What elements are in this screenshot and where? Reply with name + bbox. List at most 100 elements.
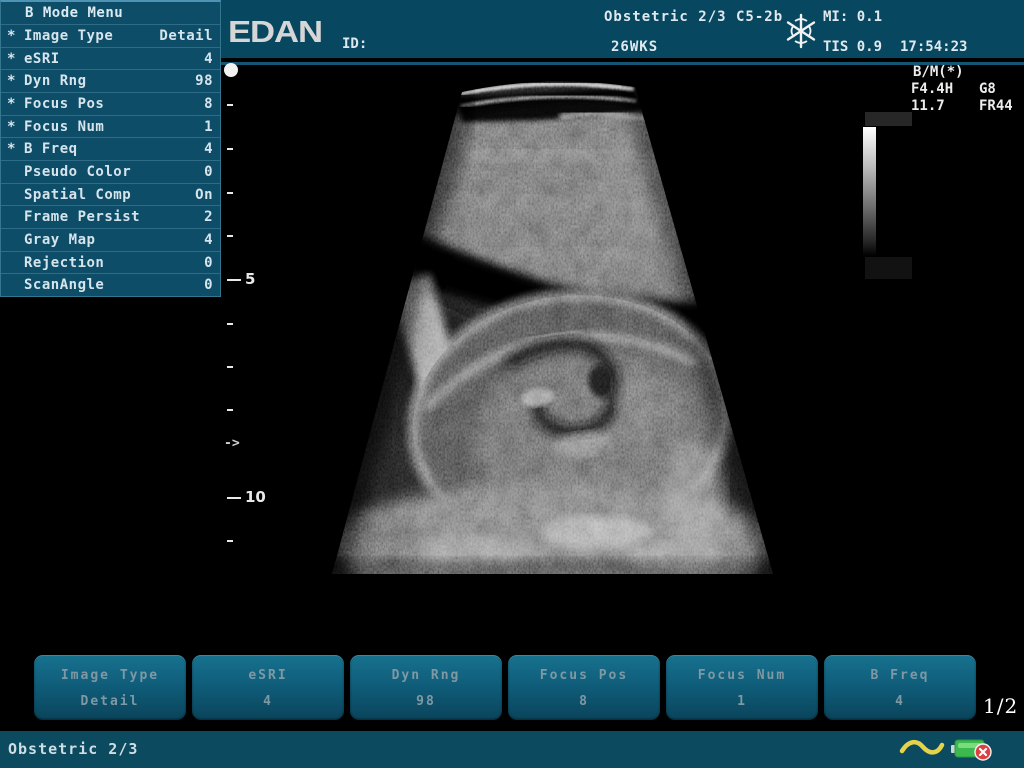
tis-index: TIS 0.9	[823, 39, 882, 55]
menu-item-value: 1	[204, 119, 220, 135]
softkey-value: 98	[416, 694, 436, 709]
mi-value: 0.1	[857, 9, 882, 25]
menu-item-rejection[interactable]: Rejection 0	[1, 251, 220, 274]
battery-error-icon	[950, 737, 994, 761]
depth-value: 11.7	[911, 98, 945, 115]
ruler-tick-major	[227, 497, 241, 499]
mi-index: MI: 0.1	[823, 9, 882, 25]
ruler-label-10: 10	[245, 488, 266, 506]
menu-item-b-freq[interactable]: * B Freq 4	[1, 137, 220, 160]
menu-item-label: Frame Persist	[23, 209, 140, 225]
b-mode-menu-panel: B Mode Menu * Image Type Detail * eSRI 4…	[0, 0, 221, 297]
softkey-esri[interactable]: eSRI 4	[192, 655, 344, 720]
star-marker: *	[1, 141, 23, 157]
gray-map-block-bottom	[865, 257, 912, 279]
frame-rate: FR44	[979, 98, 1013, 115]
status-exam-preset: Obstetric 2/3	[8, 740, 138, 758]
softkey-image-type[interactable]: Image Type Detail	[34, 655, 186, 720]
menu-item-value: 0	[204, 255, 220, 271]
softkey-focus-num[interactable]: Focus Num 1	[666, 655, 818, 720]
menu-item-label: Rejection	[23, 255, 104, 271]
softkey-row: Image Type Detail eSRI 4 Dyn Rng 98 Focu…	[34, 655, 976, 720]
star-marker: *	[1, 28, 23, 44]
menu-item-label: Image Type	[23, 28, 113, 44]
menu-item-value: 4	[204, 232, 220, 248]
softkey-value: 8	[579, 694, 589, 709]
ruler-label-5: 5	[245, 270, 255, 288]
patient-id-label[interactable]: ID:	[342, 36, 367, 52]
menu-item-label: Gray Map	[23, 232, 95, 248]
menu-item-label: Dyn Rng	[23, 73, 87, 89]
softkey-label: B Freq	[871, 668, 930, 683]
softkey-label: eSRI	[248, 668, 287, 683]
ruler-tick-major	[227, 279, 241, 281]
ac-power-wave-icon	[898, 738, 946, 758]
menu-item-scan-angle[interactable]: ScanAngle 0	[1, 273, 220, 296]
menu-item-value: 0	[204, 164, 220, 180]
softkey-label: Focus Pos	[540, 668, 628, 683]
menu-item-label: B Freq	[23, 141, 78, 157]
softkey-value: 4	[263, 694, 273, 709]
edan-ultrasound-ui: { "header": { "logo": "EDAN", "id_label"…	[0, 0, 1024, 768]
menu-item-image-type[interactable]: * Image Type Detail	[1, 24, 220, 47]
star-marker: *	[1, 119, 23, 135]
status-bar	[0, 731, 1024, 768]
ruler-tick	[227, 192, 233, 194]
ruler-tick	[227, 235, 233, 237]
menu-item-value: Detail	[159, 28, 220, 44]
menu-item-focus-pos[interactable]: * Focus Pos 8	[1, 92, 220, 115]
star-marker: *	[1, 96, 23, 112]
menu-item-dyn-rng[interactable]: * Dyn Rng 98	[1, 69, 220, 92]
grayscale-bar	[863, 127, 876, 256]
softkey-focus-pos[interactable]: Focus Pos 8	[508, 655, 660, 720]
softkey-value: 4	[895, 694, 905, 709]
gain-value: G8	[979, 81, 996, 98]
menu-item-label: Focus Num	[23, 119, 104, 135]
menu-item-esri[interactable]: * eSRI 4	[1, 47, 220, 70]
menu-item-gray-map[interactable]: Gray Map 4	[1, 228, 220, 251]
menu-title: B Mode Menu	[1, 2, 220, 24]
menu-item-label: ScanAngle	[23, 277, 104, 293]
softkey-label: Focus Num	[698, 668, 786, 683]
ruler-tick	[227, 409, 233, 411]
menu-item-pseudo-color[interactable]: Pseudo Color 0	[1, 160, 220, 183]
menu-item-value: 2	[204, 209, 220, 225]
focus-position-marker: ->	[224, 436, 240, 451]
menu-item-value: 8	[204, 96, 220, 112]
menu-item-label: Focus Pos	[23, 96, 104, 112]
mi-label: MI:	[823, 9, 848, 25]
ruler-tick	[227, 104, 233, 106]
menu-item-value: 0	[204, 277, 220, 293]
softkey-label: Image Type	[61, 668, 159, 683]
exam-preset-probe: Obstetric 2/3 C5-2b	[604, 9, 783, 25]
softkey-page-indicator: 1/2	[983, 694, 1018, 718]
probe-frequency: F4.4H	[911, 81, 953, 98]
star-marker: *	[1, 51, 23, 67]
gray-map-block-top	[865, 112, 912, 126]
edan-logo: EDAN	[228, 14, 322, 50]
tis-label: TIS	[823, 39, 848, 55]
menu-item-label: Pseudo Color	[23, 164, 131, 180]
depth-ruler: 5 -> 10	[224, 62, 288, 582]
menu-item-value: 4	[204, 51, 220, 67]
ruler-tick	[227, 366, 233, 368]
ruler-tick	[227, 148, 233, 150]
softkey-value: 1	[737, 694, 747, 709]
imaging-mode: B/M(*)	[913, 64, 964, 81]
softkey-dyn-rng[interactable]: Dyn Rng 98	[350, 655, 502, 720]
tis-value: 0.9	[857, 39, 882, 55]
gestational-age: 26WKS	[611, 39, 658, 55]
freeze-snowflake-icon	[784, 12, 818, 50]
probe-orientation-dot	[224, 63, 238, 77]
menu-item-value: 4	[204, 141, 220, 157]
menu-item-frame-persist[interactable]: Frame Persist 2	[1, 205, 220, 228]
menu-item-label: Spatial Comp	[23, 187, 131, 203]
menu-item-spatial-comp[interactable]: Spatial Comp On	[1, 183, 220, 206]
menu-item-focus-num[interactable]: * Focus Num 1	[1, 115, 220, 138]
ruler-tick	[227, 540, 233, 542]
softkey-value: Detail	[81, 694, 140, 709]
star-marker: *	[1, 73, 23, 89]
softkey-label: Dyn Rng	[392, 668, 461, 683]
menu-item-value: 98	[195, 73, 220, 89]
softkey-b-freq[interactable]: B Freq 4	[824, 655, 976, 720]
